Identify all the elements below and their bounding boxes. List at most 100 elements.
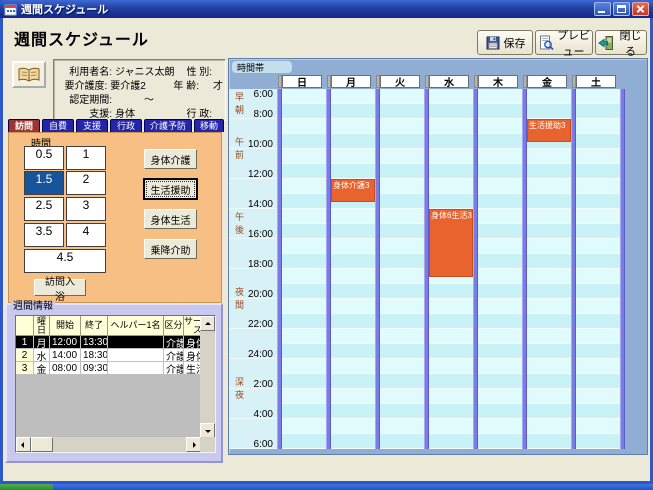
cell-start[interactable]: 08:00 <box>50 362 81 375</box>
time-cell-1[interactable]: 1 <box>66 146 106 170</box>
maximize-button[interactable] <box>613 2 630 16</box>
cell-helper[interactable] <box>108 362 164 375</box>
cell-end[interactable]: 13:30 <box>81 336 108 349</box>
column-header-ヘルパー1名[interactable]: ヘルパー1名 <box>108 316 164 336</box>
time-cell-2.5[interactable]: 2.5 <box>24 197 64 221</box>
column-header-区分[interactable]: 区分 <box>164 316 184 336</box>
day-header-木[interactable]: 木 <box>478 75 518 88</box>
period-label-午前: 午 <box>234 136 245 148</box>
tab-訪問[interactable]: 訪問 <box>8 119 40 132</box>
preview-button[interactable]: プレビュー <box>535 30 593 55</box>
app-icon <box>4 3 17 16</box>
close-form-button[interactable]: 閉じる <box>595 30 647 55</box>
close-window-button[interactable] <box>632 2 649 16</box>
cert-period-tilde: ～ <box>112 91 178 106</box>
taskbar[interactable] <box>0 484 653 490</box>
tab-自費[interactable]: 自費 <box>42 119 74 132</box>
cell-start[interactable]: 12:00 <box>50 336 81 349</box>
day-header-金[interactable]: 金 <box>527 75 567 88</box>
column-header-開始[interactable]: 開始 <box>50 316 81 336</box>
time-cell-3[interactable]: 3 <box>66 197 106 221</box>
period-label-夜間: 夜 <box>234 286 245 298</box>
visit-bath-button[interactable]: 訪問入浴 <box>34 279 86 296</box>
cell-kubun[interactable]: 介護 <box>164 349 184 362</box>
vertical-scrollbar[interactable] <box>200 316 215 438</box>
gender-label: 性 別: <box>178 63 212 78</box>
period-label-早朝: 早 <box>234 91 245 103</box>
appointment-block-身体6生活3[interactable]: 身体6生活3 <box>429 209 473 277</box>
day-header-月[interactable]: 月 <box>331 75 371 88</box>
table-row[interactable]: 2水14:0018:30 介護身体 <box>16 349 201 362</box>
cell-helper[interactable] <box>108 349 164 362</box>
day-header-火[interactable]: 火 <box>380 75 420 88</box>
save-button[interactable]: 保存 <box>477 30 533 55</box>
day-column-土[interactable] <box>576 89 620 449</box>
period-label-早朝: 朝 <box>234 104 245 116</box>
week-info-title: 週間情報 <box>11 302 55 312</box>
horizontal-scroll-thumb[interactable] <box>31 437 53 452</box>
start-button[interactable] <box>0 484 53 490</box>
cell-day[interactable]: 金 <box>34 362 50 375</box>
minimize-button[interactable] <box>594 2 611 16</box>
appointment-block-身体介護3[interactable]: 身体介護3 <box>331 179 375 202</box>
scroll-up-button[interactable] <box>200 316 215 331</box>
day-header-水[interactable]: 水 <box>429 75 469 88</box>
cell-no[interactable]: 2 <box>16 349 34 362</box>
cell-end[interactable]: 18:30 <box>81 349 108 362</box>
cell-end[interactable]: 09:30 <box>81 362 108 375</box>
time-cell-4.5[interactable]: 4.5 <box>24 249 106 273</box>
service-button-身体介護[interactable]: 身体介護 <box>144 149 197 169</box>
cell-service[interactable]: 身体 <box>184 336 201 349</box>
column-header-終了[interactable]: 終了 <box>81 316 108 336</box>
cell-no[interactable]: 3 <box>16 362 34 375</box>
time-label-12: 6:00 <box>229 439 273 450</box>
service-button-身体生活[interactable]: 身体生活 <box>144 209 197 229</box>
weekly-schedule-grid: 時間帯 日月火水木金土 6:008:0010:0012:0014:0016:00… <box>228 58 648 455</box>
period-label-午後: 午 <box>234 211 245 223</box>
day-column-木[interactable] <box>478 89 522 449</box>
window-titlebar[interactable]: 週間スケジュール <box>0 0 653 18</box>
day-column-火[interactable] <box>380 89 424 449</box>
tab-介護予防[interactable]: 介護予防 <box>144 119 192 132</box>
time-cell-1.5[interactable]: 1.5 <box>24 171 64 195</box>
service-button-乗降介助[interactable]: 乗降介助 <box>144 239 197 259</box>
cell-helper[interactable] <box>108 336 164 349</box>
time-cell-3.5[interactable]: 3.5 <box>24 223 64 247</box>
cell-day[interactable]: 月 <box>34 336 50 349</box>
time-cell-2[interactable]: 2 <box>66 171 106 195</box>
service-button-生活援助[interactable]: 生活援助 <box>144 179 197 199</box>
period-label-夜間: 間 <box>234 299 245 311</box>
cell-no[interactable]: 1 <box>16 336 34 349</box>
column-header-row-number[interactable] <box>16 316 34 336</box>
cell-kubun[interactable]: 介護 <box>164 362 184 375</box>
time-cell-4[interactable]: 4 <box>66 223 106 247</box>
scroll-right-button[interactable] <box>186 437 201 452</box>
day-header-土[interactable]: 土 <box>576 75 616 88</box>
day-column-月[interactable] <box>331 89 375 449</box>
cell-service[interactable]: 生活 <box>184 362 201 375</box>
preview-document-magnifier-icon <box>538 35 554 51</box>
horizontal-scrollbar[interactable] <box>16 437 201 452</box>
tab-移動[interactable]: 移動 <box>194 119 224 132</box>
table-row[interactable]: 3金08:0009:30 介護生活 <box>16 362 201 375</box>
table-header-row: 曜日開始終了ヘルパー1名区分サービス <box>16 316 201 336</box>
age-label: 年 齢: <box>168 77 199 92</box>
day-header-日[interactable]: 日 <box>282 75 322 88</box>
day-column-金[interactable] <box>527 89 571 449</box>
time-cell-0.5[interactable]: 0.5 <box>24 146 64 170</box>
column-header-サービス[interactable]: サービス <box>184 316 201 336</box>
scroll-left-button[interactable] <box>16 437 31 452</box>
tab-支援[interactable]: 支援 <box>76 119 108 132</box>
scroll-down-button[interactable] <box>200 423 215 438</box>
column-header-曜日[interactable]: 曜日 <box>34 316 50 336</box>
cell-day[interactable]: 水 <box>34 349 50 362</box>
table-row[interactable]: 1月12:0013:30 介護身体 <box>16 336 201 349</box>
cell-kubun[interactable]: 介護 <box>164 336 184 349</box>
cell-start[interactable]: 14:00 <box>50 349 81 362</box>
tab-行政[interactable]: 行政 <box>110 119 142 132</box>
service-tab-strip: 訪問自費支援行政介護予防移動 <box>8 119 224 132</box>
cell-service[interactable]: 身体 <box>184 349 201 362</box>
day-column-日[interactable] <box>282 89 326 449</box>
appointment-block-生活援助3[interactable]: 生活援助3 <box>527 119 571 142</box>
client-lookup-book-button[interactable] <box>12 61 46 88</box>
